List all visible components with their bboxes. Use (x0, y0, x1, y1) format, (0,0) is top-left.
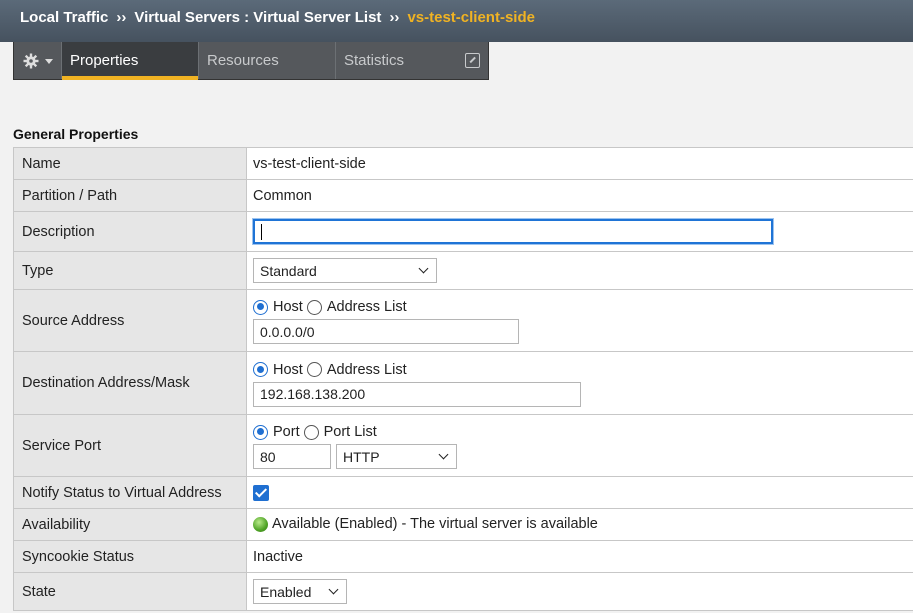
tab-properties-label: Properties (70, 52, 139, 69)
chevron-down-icon (328, 584, 339, 595)
port-list-label: Port List (323, 424, 377, 440)
table-row: Destination Address/Mask Host Address Li… (13, 351, 913, 415)
state-select-value: Enabled (260, 583, 312, 600)
chevron-down-icon (418, 263, 429, 274)
destination-mode: Host Address List (253, 360, 913, 380)
port-input[interactable]: 80 (253, 444, 331, 469)
state-label: State (13, 572, 247, 611)
availability-value: Available (Enabled) - The virtual server… (272, 516, 598, 533)
notify-status-label: Notify Status to Virtual Address (13, 476, 247, 509)
source-address-list-label: Address List (326, 299, 407, 315)
destination-host-radio[interactable] (253, 362, 268, 377)
breadcrumb: Local Traffic ›› Virtual Servers : Virtu… (0, 0, 913, 42)
partition-value: Common (246, 179, 913, 212)
source-address-mode: Host Address List (253, 297, 913, 317)
name-label: Name (13, 147, 247, 180)
service-port-mode: Port Port List (253, 422, 913, 442)
destination-host-label: Host (273, 361, 303, 378)
table-row: Syncookie Status Inactive (13, 540, 913, 573)
breadcrumb-local-traffic[interactable]: Local Traffic (20, 9, 108, 26)
tab-resources[interactable]: Resources (199, 42, 336, 79)
table-row: Source Address Host Address List 0.0.0.0… (13, 289, 913, 352)
tab-statistics[interactable]: Statistics (336, 42, 488, 79)
destination-address-list-label: Address List (326, 361, 407, 378)
partition-label: Partition / Path (13, 179, 247, 212)
destination-address-value: 192.168.138.200 (260, 386, 366, 402)
state-select[interactable]: Enabled (253, 579, 347, 604)
section-title: General Properties (13, 126, 139, 142)
gear-icon (23, 53, 38, 68)
notify-status-checkbox[interactable] (253, 484, 269, 501)
table-row: Service Port Port Port List 80 HTTP (13, 414, 913, 477)
tab-strip: Properties Resources Statistics (13, 42, 489, 80)
destination-address-input[interactable]: 192.168.138.200 (253, 381, 581, 407)
breadcrumb-separator: ›› (389, 8, 400, 26)
table-row: Type Standard (13, 251, 913, 290)
table-row: Notify Status to Virtual Address (13, 476, 913, 509)
chevron-down-icon (438, 449, 449, 460)
source-host-label: Host (273, 299, 303, 315)
source-host-radio[interactable] (253, 299, 268, 315)
destination-address-list-radio[interactable] (306, 362, 322, 377)
tab-statistics-label: Statistics (344, 52, 405, 69)
source-address-value: 0.0.0.0/0 (260, 323, 315, 340)
table-row: Description (13, 211, 913, 252)
source-address-label: Source Address (13, 289, 247, 352)
breadcrumb-current: vs-test-client-side (407, 8, 535, 26)
port-list-radio[interactable] (303, 424, 319, 440)
name-value: vs-test-client-side (246, 147, 913, 180)
table-row: Name vs-test-client-side (13, 147, 913, 180)
type-select[interactable]: Standard (253, 258, 437, 283)
port-radio[interactable] (253, 424, 268, 440)
type-select-value: Standard (260, 262, 317, 279)
destination-label: Destination Address/Mask (13, 351, 247, 415)
protocol-select[interactable]: HTTP (336, 444, 457, 469)
table-row: Partition / Path Common (13, 179, 913, 212)
syncookie-label: Syncookie Status (13, 540, 247, 573)
service-port-label: Service Port (13, 414, 247, 477)
general-properties-table: Name vs-test-client-side Partition / Pat… (13, 147, 913, 611)
popout-icon[interactable] (465, 53, 480, 68)
syncookie-value: Inactive (246, 540, 913, 573)
availability-label: Availability (13, 508, 247, 541)
description-input[interactable] (253, 219, 773, 244)
table-row: Availability Available (Enabled) - The v… (13, 508, 913, 541)
gear-menu-button[interactable] (14, 42, 62, 79)
breadcrumb-separator: ›› (116, 8, 127, 26)
type-label: Type (13, 251, 247, 290)
description-label: Description (13, 211, 247, 252)
text-cursor (261, 223, 262, 240)
source-address-list-radio[interactable] (306, 299, 322, 315)
status-available-icon (253, 517, 268, 533)
service-port-controls: 80 HTTP (253, 444, 913, 469)
port-radio-label: Port (273, 424, 300, 440)
chevron-down-icon (44, 59, 53, 64)
breadcrumb-virtual-server-list[interactable]: Virtual Servers : Virtual Server List (134, 9, 381, 26)
tab-resources-label: Resources (207, 52, 279, 69)
source-address-input[interactable]: 0.0.0.0/0 (253, 319, 519, 344)
tab-properties[interactable]: Properties (62, 42, 199, 80)
table-row: State Enabled (13, 572, 913, 611)
port-value: 80 (260, 448, 276, 465)
protocol-value: HTTP (343, 448, 380, 465)
